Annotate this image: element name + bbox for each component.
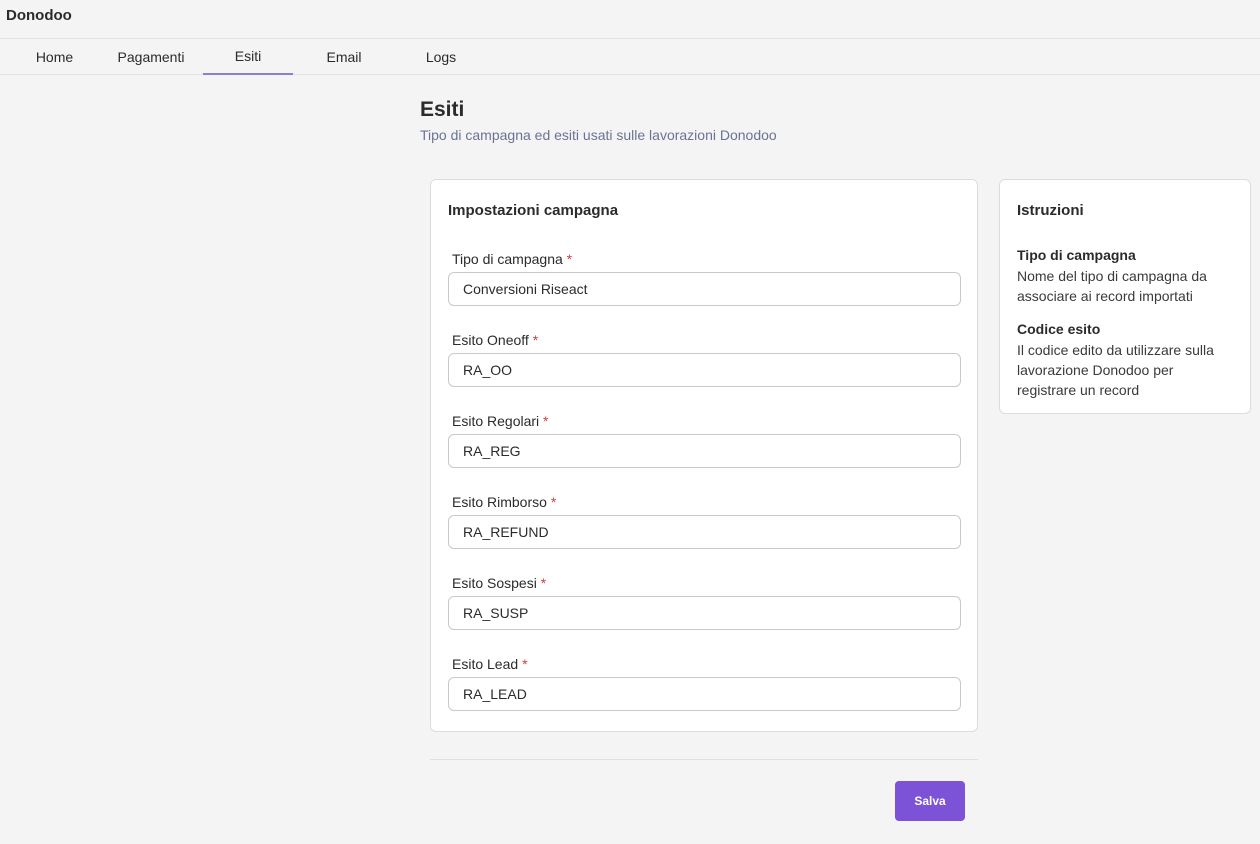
tipo-campagna-input[interactable] (448, 272, 961, 306)
esito-rimborso-input[interactable] (448, 515, 961, 549)
esito-regolari-input[interactable] (448, 434, 961, 468)
settings-card-title: Impostazioni campagna (448, 202, 619, 219)
esito-lead-input[interactable] (448, 677, 961, 711)
tab-esiti[interactable]: Esiti (203, 39, 293, 75)
instruction-heading: Codice esito (1017, 321, 1101, 337)
field-label-text: Tipo di campagna (452, 251, 563, 267)
esito-oneoff-input[interactable] (448, 353, 961, 387)
instruction-text: Nome del tipo di campagna da associare a… (1017, 268, 1207, 304)
instructions-card: Istruzioni Tipo di campagna Nome del tip… (999, 179, 1251, 414)
field-label-text: Esito Oneoff (452, 332, 529, 348)
field-label-esito-rimborso: Esito Rimborso * (452, 494, 556, 510)
field-label-text: Esito Regolari (452, 413, 540, 429)
save-button[interactable]: Salva (895, 781, 965, 821)
field-label-esito-sospesi: Esito Sospesi * (452, 575, 546, 591)
field-label-text: Esito Rimborso (452, 494, 547, 510)
field-label-tipo-campagna: Tipo di campagna * (452, 251, 572, 267)
tab-home[interactable]: Home (17, 39, 92, 74)
nav-tabs: Home Pagamenti Esiti Email Logs (0, 39, 1260, 75)
instruction-text: Il codice edito da utilizzare sulla lavo… (1017, 342, 1214, 398)
tab-logs[interactable]: Logs (405, 39, 477, 74)
field-label-esito-lead: Esito Lead * (452, 656, 528, 672)
divider (430, 759, 978, 760)
field-label-text: Esito Lead (452, 656, 519, 672)
tab-pagamenti[interactable]: Pagamenti (108, 39, 194, 74)
required-marker: * (566, 251, 573, 267)
settings-card: Impostazioni campagna Tipo di campagna *… (430, 179, 978, 732)
required-marker: * (522, 656, 528, 672)
app-title: Donodoo (6, 7, 72, 24)
instructions-card-title: Istruzioni (1017, 202, 1084, 219)
tab-email[interactable]: Email (305, 39, 383, 74)
page-subtitle: Tipo di campagna ed esiti usati sulle la… (420, 127, 777, 143)
required-marker: * (532, 332, 539, 348)
required-marker: * (543, 413, 549, 429)
field-label-esito-oneoff: Esito Oneoff * (452, 332, 538, 348)
required-marker: * (550, 494, 557, 510)
esito-sospesi-input[interactable] (448, 596, 961, 630)
field-label-text: Esito Sospesi (452, 575, 537, 591)
top-bar: Donodoo (0, 0, 1260, 39)
instruction-heading: Tipo di campagna (1017, 247, 1136, 263)
field-label-esito-regolari: Esito Regolari * (452, 413, 549, 429)
page-title: Esiti (420, 98, 465, 121)
required-marker: * (540, 575, 547, 591)
